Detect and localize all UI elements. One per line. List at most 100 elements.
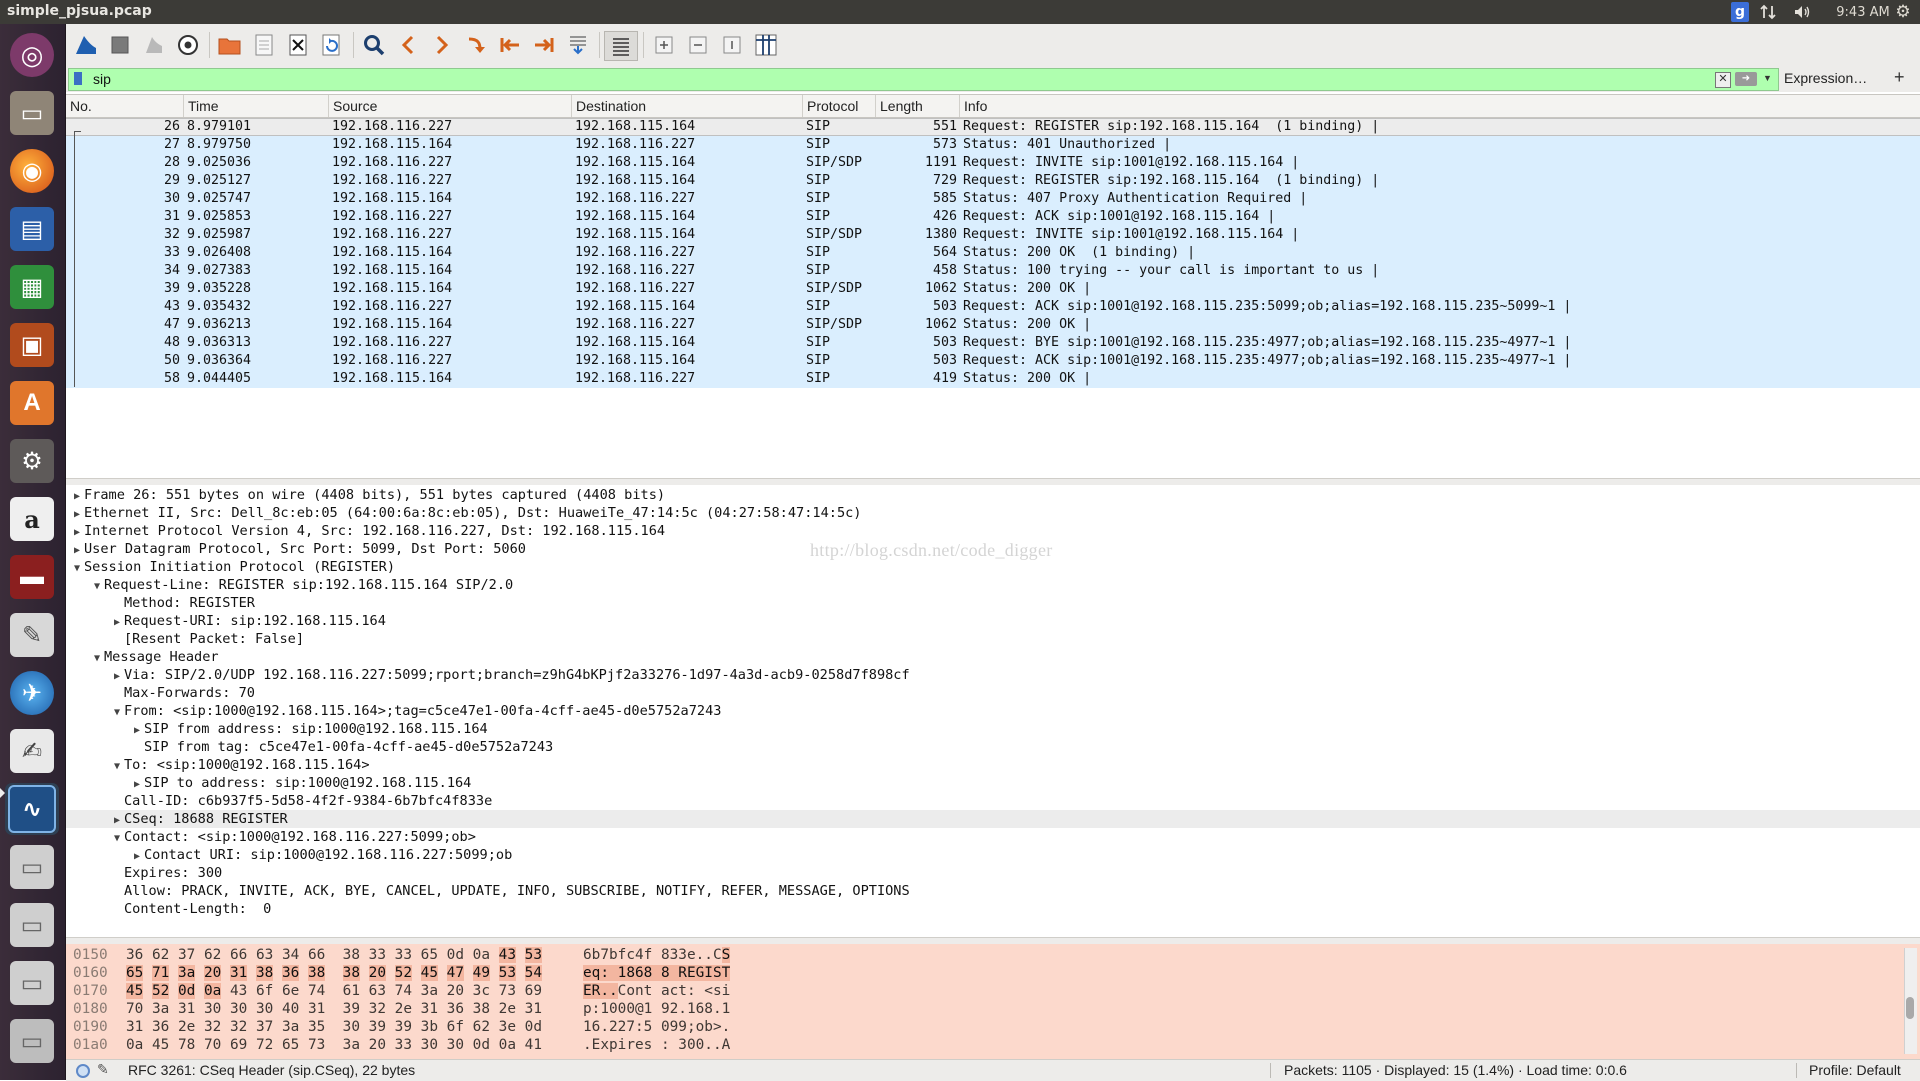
browser-icon[interactable]: ✈: [5, 667, 59, 719]
hex-byte[interactable]: 30: [343, 1019, 360, 1035]
hex-byte[interactable]: 52: [152, 983, 170, 999]
hex-byte[interactable]: 45: [152, 1037, 169, 1053]
hex-byte[interactable]: 31: [308, 1001, 325, 1017]
hex-byte[interactable]: 54: [524, 965, 542, 981]
hex-byte[interactable]: 20: [369, 1037, 386, 1053]
packet-bytes-pane[interactable]: 0150 36 62 37 62 66 63 34 66 38 33 33 65 …: [66, 944, 1920, 1059]
hex-byte[interactable]: 3e: [499, 1019, 516, 1035]
tree-node[interactable]: ▶ Ethernet II, Src: Dell_8c:eb:05 (64:00:…: [66, 504, 1920, 522]
hex-byte[interactable]: 38: [342, 965, 360, 981]
hex-byte[interactable]: 53: [524, 947, 542, 963]
tree-node[interactable]: Call-ID: c6b937f5-5d58-4f2f-9384-6b7bfc4…: [66, 792, 1920, 810]
tree-node[interactable]: ▶ Via: SIP/2.0/UDP 192.168.116.227:5099;r…: [66, 666, 1920, 684]
tree-node[interactable]: ▶ Frame 26: 551 bytes on wire (4408 bits)…: [66, 486, 1920, 504]
hex-byte[interactable]: 30: [204, 1001, 221, 1017]
hex-byte[interactable]: 31: [230, 965, 248, 981]
packet-row[interactable]: 32 9.025987 192.168.116.227 192.168.115.164…: [66, 226, 1920, 244]
hex-byte[interactable]: 2e: [178, 1019, 195, 1035]
hex-byte[interactable]: 3a: [178, 965, 196, 981]
colorize-icon[interactable]: [604, 31, 638, 61]
packet-row[interactable]: 47 9.036213 192.168.115.164 192.168.116.227…: [66, 316, 1920, 334]
tree-node[interactable]: ▶ SIP from address: sip:1000@192.168.115.…: [66, 720, 1920, 738]
packet-row[interactable]: 27 8.979750 192.168.115.164 192.168.116.227…: [66, 136, 1920, 154]
hex-byte[interactable]: 3a: [152, 1001, 169, 1017]
save-file-icon[interactable]: [250, 31, 278, 59]
input-method-indicator[interactable]: g: [1731, 2, 1749, 22]
hex-byte[interactable]: 43: [230, 983, 247, 999]
hex-byte[interactable]: 3a: [343, 1037, 360, 1053]
system-settings-icon[interactable]: ⚙: [5, 435, 59, 487]
tree-node[interactable]: ▼ Request-Line: REGISTER sip:192.168.115.…: [66, 576, 1920, 594]
hex-byte[interactable]: 33: [369, 947, 386, 963]
hex-byte[interactable]: 74: [308, 983, 325, 999]
hex-byte[interactable]: 3a: [421, 983, 438, 999]
hex-byte[interactable]: 31: [421, 1001, 438, 1017]
hex-byte[interactable]: 20: [447, 983, 464, 999]
hex-byte[interactable]: 33: [395, 1037, 412, 1053]
column-header-destination[interactable]: Destination: [572, 95, 803, 117]
go-forward-icon[interactable]: [428, 31, 456, 59]
hex-byte[interactable]: 39: [369, 1019, 386, 1035]
hex-byte[interactable]: 36: [152, 1019, 169, 1035]
hex-byte[interactable]: 74: [395, 983, 412, 999]
hex-byte[interactable]: 73: [308, 1037, 325, 1053]
hex-byte[interactable]: 0d: [473, 1037, 490, 1053]
zoom-in-icon[interactable]: [650, 31, 678, 59]
hex-byte[interactable]: 65: [282, 1037, 299, 1053]
packet-row[interactable]: 50 9.036364 192.168.116.227 192.168.115.164…: [66, 352, 1920, 370]
packet-row[interactable]: 48 9.036313 192.168.116.227 192.168.115.164…: [66, 334, 1920, 352]
hex-byte[interactable]: 69: [525, 983, 542, 999]
bytes-row[interactable]: 0150 36 62 37 62 66 63 34 66 38 33 33 65 …: [66, 946, 1896, 964]
tree-node[interactable]: Method: REGISTER: [66, 594, 1920, 612]
hex-byte[interactable]: 41: [525, 1037, 542, 1053]
tree-node[interactable]: ▶ Request-URI: sip:192.168.115.164: [66, 612, 1920, 630]
hex-byte[interactable]: 38: [343, 947, 360, 963]
hex-byte[interactable]: 62: [204, 947, 221, 963]
firefox-icon[interactable]: ◉: [5, 145, 59, 197]
hex-byte[interactable]: 66: [230, 947, 247, 963]
bytes-row[interactable]: 0160 65 71 3a 20 31 38 36 38 38 20 52 45 …: [66, 964, 1896, 982]
hex-byte[interactable]: 31: [525, 1001, 542, 1017]
hex-byte[interactable]: 47: [446, 965, 464, 981]
hex-byte[interactable]: 39: [343, 1001, 360, 1017]
hex-byte[interactable]: 61: [343, 983, 360, 999]
volume-icon[interactable]: [1790, 2, 1816, 22]
tree-node[interactable]: ▼ Contact: <sip:1000@192.168.116.227:5099…: [66, 828, 1920, 846]
network-icon[interactable]: [1756, 2, 1780, 22]
packet-row[interactable]: 58 9.044405 192.168.115.164 192.168.116.227…: [66, 370, 1920, 388]
filter-text[interactable]: sip: [93, 71, 111, 87]
tree-node[interactable]: ▶ CSeq: 18688 REGISTER: [66, 810, 1920, 828]
hex-byte[interactable]: 35: [308, 1019, 325, 1035]
hex-byte[interactable]: 3c: [473, 983, 490, 999]
go-first-icon[interactable]: [496, 31, 524, 59]
trash-icon[interactable]: ▭: [5, 1015, 59, 1067]
hex-byte[interactable]: 6f: [447, 1019, 464, 1035]
hex-byte[interactable]: 37: [256, 1019, 273, 1035]
amazon-icon[interactable]: a: [5, 493, 59, 545]
packet-row[interactable]: 33 9.026408 192.168.115.164 192.168.116.227…: [66, 244, 1920, 262]
software-center-icon[interactable]: A: [5, 377, 59, 429]
start-capture-icon[interactable]: [72, 31, 100, 59]
capture-options-icon[interactable]: [174, 31, 202, 59]
hex-byte[interactable]: 32: [230, 1019, 247, 1035]
go-to-packet-icon[interactable]: [462, 31, 490, 59]
hex-byte[interactable]: 30: [256, 1001, 273, 1017]
hex-byte[interactable]: 33: [395, 947, 412, 963]
hex-byte[interactable]: 39: [395, 1019, 412, 1035]
hex-byte[interactable]: 2e: [499, 1001, 516, 1017]
capture-comment-icon[interactable]: ✎: [97, 1061, 109, 1078]
session-gear-icon[interactable]: ⚙: [1891, 2, 1915, 22]
hex-byte[interactable]: 31: [126, 1019, 143, 1035]
hex-byte[interactable]: 20: [368, 965, 386, 981]
hex-byte[interactable]: 70: [126, 1001, 143, 1017]
tree-node[interactable]: ▼ To: <sip:1000@192.168.115.164>: [66, 756, 1920, 774]
hex-byte[interactable]: 31: [178, 1001, 195, 1017]
hex-byte[interactable]: 0a: [473, 947, 490, 963]
packet-row[interactable]: 28 9.025036 192.168.116.227 192.168.115.164…: [66, 154, 1920, 172]
hex-byte[interactable]: 45: [126, 983, 144, 999]
open-file-icon[interactable]: [216, 31, 244, 59]
hex-byte[interactable]: 45: [420, 965, 438, 981]
expression-button[interactable]: Expression…: [1784, 70, 1867, 86]
tree-node[interactable]: ▼ Message Header: [66, 648, 1920, 666]
autoscroll-icon[interactable]: [564, 31, 592, 59]
